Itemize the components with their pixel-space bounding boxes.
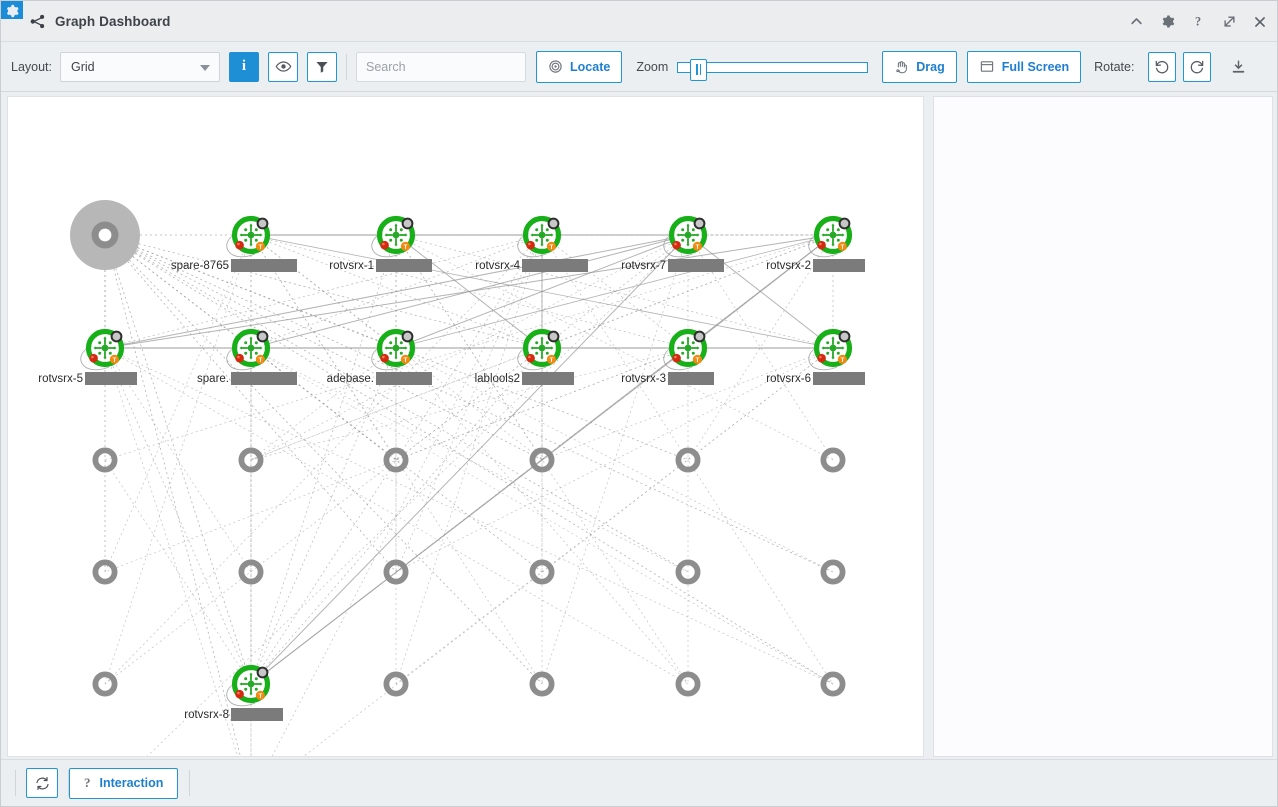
redaction-block: [668, 259, 724, 272]
chevron-down-icon: [200, 65, 210, 71]
layout-label: Layout:: [11, 60, 52, 74]
graph-node-active[interactable]: rotvsrx-5: [38, 331, 137, 385]
redaction-block: [231, 372, 297, 385]
download-icon: [1230, 58, 1247, 76]
graph-node-label: rotvsrx-5: [38, 373, 83, 385]
graph-node-label: rotvsrx-8: [184, 709, 229, 721]
graph-node-label: rotvsrx-3: [621, 373, 666, 385]
redaction-block: [522, 372, 574, 385]
eye-icon: [275, 58, 292, 75]
locate-button[interactable]: Locate: [536, 51, 622, 83]
redaction-block: [231, 259, 297, 272]
corner-gear-badge-icon: [1, 0, 23, 19]
window-title: Graph Dashboard: [55, 14, 171, 29]
graph-visualization[interactable]: T spare-8765rotvsrx-1rotvsrx-4rotvsrx-7r…: [8, 97, 923, 756]
graph-node-active[interactable]: adebase.: [327, 331, 432, 385]
redaction-block: [668, 372, 714, 385]
locate-target-icon: [548, 59, 563, 74]
locate-label: Locate: [570, 60, 610, 74]
zoom-label: Zoom: [636, 60, 668, 74]
graph-node-label: rotvsrx-1: [329, 260, 374, 272]
redaction-block: [813, 259, 865, 272]
graph-node-label: rotvsrx-7: [621, 260, 666, 272]
search-placeholder: Search: [366, 60, 406, 74]
redaction-block: [376, 259, 432, 272]
footer-bar: ? Interaction: [1, 759, 1278, 806]
rotate-label: Rotate:: [1094, 60, 1134, 74]
rotate-clockwise-icon: [1189, 59, 1205, 75]
info-icon: i: [242, 59, 246, 74]
window-controls: ?: [1127, 1, 1269, 42]
zoom-slider-handle[interactable]: [690, 59, 707, 81]
share-network-icon: [27, 11, 47, 31]
maximize-expand-icon[interactable]: [1220, 13, 1238, 31]
graph-node-label: adebase.: [327, 373, 374, 385]
graph-node-active[interactable]: rotvsrx-4: [475, 218, 588, 272]
interaction-button[interactable]: ? Interaction: [69, 768, 178, 799]
rotate-counterclockwise-button[interactable]: [1148, 52, 1176, 82]
graph-node-active[interactable]: lablools2: [475, 331, 574, 385]
hand-drag-icon: [894, 59, 909, 75]
info-button[interactable]: i: [229, 52, 259, 82]
graph-node-active[interactable]: spare-8765: [171, 218, 297, 272]
interaction-help-icon: ?: [84, 775, 91, 791]
refresh-button[interactable]: [26, 768, 58, 798]
graph-node-label: rotvsrx-2: [766, 260, 811, 272]
filter-button[interactable]: [307, 52, 337, 82]
graph-toolbar: Layout: Grid i Search: [1, 42, 1278, 92]
graph-node-label: rotvsrx-4: [475, 260, 520, 272]
fullscreen-label: Full Screen: [1002, 60, 1069, 74]
dashboard-body: T spare-8765rotvsrx-1rotvsrx-4rotvsrx-7r…: [1, 92, 1278, 761]
graph-edges: [81, 233, 837, 756]
layout-select-value: Grid: [71, 60, 95, 74]
footer-divider-left: [15, 770, 16, 796]
redaction-block: [376, 372, 432, 385]
graph-node-label: rotvsrx-6: [766, 373, 811, 385]
graph-node-active[interactable]: rotvsrx-8: [184, 667, 283, 721]
detail-side-panel[interactable]: [933, 96, 1273, 757]
layout-select[interactable]: Grid: [60, 52, 220, 82]
help-question-icon[interactable]: ?: [1189, 13, 1207, 31]
rotate-clockwise-button[interactable]: [1183, 52, 1211, 82]
svg-text:?: ?: [1195, 15, 1201, 29]
interaction-label: Interaction: [100, 776, 164, 790]
visibility-button[interactable]: [268, 52, 298, 82]
footer-divider-right: [189, 770, 190, 796]
redaction-block: [231, 708, 283, 721]
zoom-slider[interactable]: [677, 59, 868, 75]
graph-node-active[interactable]: rotvsrx-3: [621, 331, 714, 385]
redaction-block: [813, 372, 865, 385]
graph-node-active[interactable]: spare.: [197, 331, 297, 385]
graph-node-label: spare.: [197, 373, 229, 385]
graph-node-label: lablools2: [475, 373, 520, 385]
graph-node-active[interactable]: rotvsrx-1: [329, 218, 432, 272]
drag-button[interactable]: Drag: [882, 51, 956, 83]
rotate-counterclockwise-icon: [1154, 59, 1170, 75]
title-bar: Graph Dashboard ?: [1, 1, 1278, 42]
toolbar-divider: [346, 54, 347, 80]
selected-hub-node[interactable]: [70, 200, 140, 270]
settings-gear-icon[interactable]: [1158, 13, 1176, 31]
fullscreen-button[interactable]: Full Screen: [967, 51, 1081, 83]
fullscreen-window-icon: [979, 59, 995, 74]
graph-canvas-panel[interactable]: T spare-8765rotvsrx-1rotvsrx-4rotvsrx-7r…: [7, 96, 924, 757]
collapse-chevron-icon[interactable]: [1127, 13, 1145, 31]
funnel-icon: [315, 60, 329, 74]
close-icon[interactable]: [1251, 13, 1269, 31]
search-input[interactable]: Search: [356, 52, 526, 82]
download-button[interactable]: [1227, 55, 1249, 79]
drag-label: Drag: [916, 60, 944, 74]
redaction-block: [522, 259, 588, 272]
graph-node-active[interactable]: rotvsrx-6: [766, 331, 865, 385]
graph-node-label: spare-8765: [171, 260, 229, 272]
graph-node-active[interactable]: rotvsrx-2: [766, 218, 865, 272]
refresh-icon: [35, 776, 50, 791]
redaction-block: [85, 372, 137, 385]
graph-dashboard-window: Graph Dashboard ?: [0, 0, 1278, 807]
